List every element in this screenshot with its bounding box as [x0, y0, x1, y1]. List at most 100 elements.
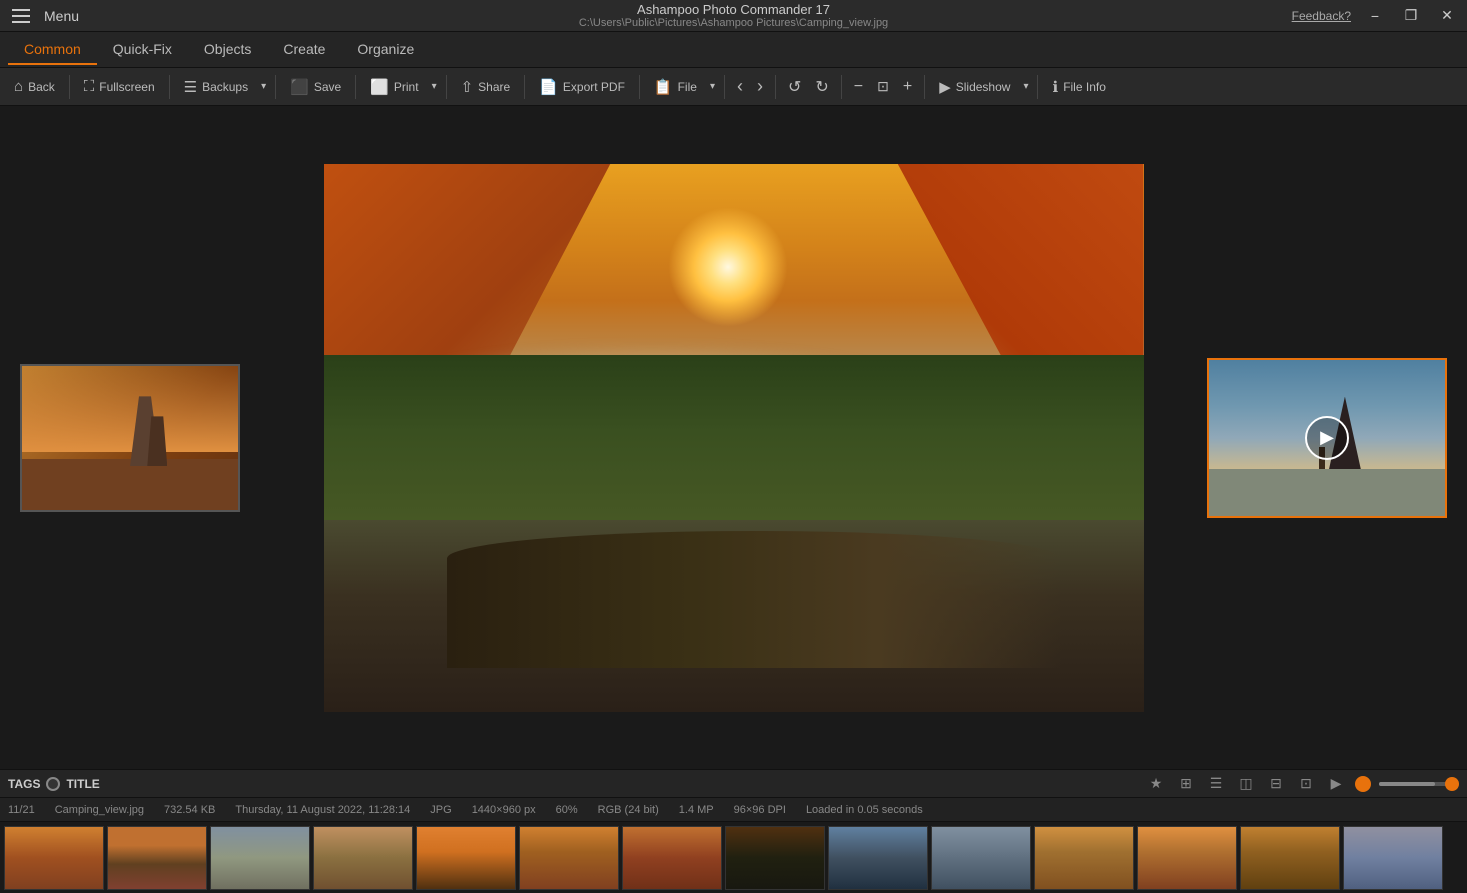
- share-button[interactable]: ⇧ Share: [453, 74, 519, 100]
- view-list-button[interactable]: ☰: [1205, 773, 1227, 795]
- tab-quick-fix[interactable]: Quick-Fix: [97, 35, 188, 65]
- backups-button[interactable]: ☰ Backups: [176, 74, 256, 100]
- file-arrow[interactable]: ▾: [707, 77, 718, 96]
- strip-thumb-5[interactable]: [416, 826, 516, 890]
- file-icon: 📋: [654, 78, 673, 96]
- tab-objects[interactable]: Objects: [188, 35, 267, 65]
- sun-glow: [668, 207, 788, 327]
- minimize-button[interactable]: −: [1363, 4, 1387, 28]
- strip-thumb-img-7: [623, 827, 721, 889]
- next-button[interactable]: ›: [751, 74, 769, 99]
- play-button-overlay[interactable]: ▶: [1305, 416, 1349, 460]
- zoom-fit-button[interactable]: ⊡: [871, 76, 895, 97]
- toolbar: ⌂ Back ⛶ Fullscreen ☰ Backups ▾ ⬛ Save ⬜…: [0, 68, 1467, 106]
- slideshow-icon: ▶: [939, 78, 951, 96]
- thumbnail-strip: [0, 821, 1467, 893]
- strip-thumb-1[interactable]: [4, 826, 104, 890]
- toolbar-sep-3: [275, 75, 276, 99]
- strip-thumb-img-14: [1344, 827, 1442, 889]
- back-button[interactable]: ⌂ Back: [6, 74, 63, 99]
- image-viewer: ▶: [0, 106, 1467, 769]
- backups-arrow[interactable]: ▾: [258, 77, 269, 96]
- slideshow-arrow[interactable]: ▾: [1020, 77, 1031, 96]
- zoom-out-button[interactable]: −: [848, 76, 869, 98]
- right-thumbnail[interactable]: ▶: [1207, 358, 1447, 518]
- person: [447, 531, 1062, 668]
- backups-icon: ☰: [184, 78, 197, 96]
- file-dimensions: 1440×960 px: [472, 804, 536, 816]
- title-center: Ashampoo Photo Commander 17 C:\Users\Pub…: [579, 2, 888, 29]
- main-image: [324, 164, 1144, 712]
- strip-thumb-3[interactable]: [210, 826, 310, 890]
- tags-label: TAGS: [8, 777, 40, 791]
- file-size: 732.54 KB: [164, 804, 215, 816]
- print-arrow[interactable]: ▾: [429, 77, 440, 96]
- status-bar-left: TAGS TITLE: [8, 777, 100, 791]
- prev-button[interactable]: ‹: [731, 74, 749, 99]
- strip-thumb-8[interactable]: [725, 826, 825, 890]
- strip-thumb-img-9: [829, 827, 927, 889]
- fullscreen-button[interactable]: ⛶ Fullscreen: [76, 74, 163, 99]
- status-bar: TAGS TITLE ★ ⊞ ☰ ◫ ⊟ ⊡ ▶: [0, 769, 1467, 797]
- zoom-slider-fill: [1379, 782, 1435, 786]
- tab-common[interactable]: Common: [8, 35, 97, 65]
- tab-create[interactable]: Create: [267, 35, 341, 65]
- print-icon: ⬜: [370, 78, 389, 96]
- strip-thumb-6[interactable]: [519, 826, 619, 890]
- thumb-ground-right: [1209, 469, 1445, 516]
- strip-thumb-2[interactable]: [107, 826, 207, 890]
- color-tag-circle[interactable]: [1355, 776, 1371, 792]
- title-bar: Menu Ashampoo Photo Commander 17 C:\User…: [0, 0, 1467, 32]
- file-load-time: Loaded in 0.05 seconds: [806, 804, 923, 816]
- strip-thumb-img-2: [108, 827, 206, 889]
- strip-thumb-14[interactable]: [1343, 826, 1443, 890]
- toolbar-sep-8: [724, 75, 725, 99]
- print-button[interactable]: ⬜ Print: [362, 74, 426, 100]
- rotate-cw-button[interactable]: ↻: [809, 75, 834, 99]
- strip-thumb-img-4: [314, 827, 412, 889]
- save-button[interactable]: ⬛ Save: [282, 74, 349, 100]
- zoom-slider[interactable]: [1379, 782, 1459, 786]
- restore-button[interactable]: ❐: [1399, 4, 1423, 28]
- strip-thumb-9[interactable]: [828, 826, 928, 890]
- main-area: ▶ TAGS TITLE ★ ⊞ ☰ ◫ ⊟ ⊡ ▶: [0, 106, 1467, 893]
- view-grid-button[interactable]: ⊞: [1175, 773, 1197, 795]
- strip-thumb-13[interactable]: [1240, 826, 1340, 890]
- export-pdf-button[interactable]: 📄 Export PDF: [531, 74, 633, 100]
- slideshow-status-button[interactable]: ▶: [1325, 773, 1347, 795]
- file-color-mode: RGB (24 bit): [598, 804, 659, 816]
- toolbar-sep-9: [775, 75, 776, 99]
- zoom-slider-thumb[interactable]: [1445, 777, 1459, 791]
- strip-thumb-img-10: [932, 827, 1030, 889]
- menu-hamburger[interactable]: [8, 5, 34, 27]
- title-bar-left: Menu: [8, 5, 79, 27]
- slideshow-button[interactable]: ▶ Slideshow: [931, 74, 1018, 100]
- rotate-ccw-button[interactable]: ↺: [782, 75, 807, 99]
- file-info-button[interactable]: ℹ File Info: [1044, 74, 1113, 100]
- file-dpi: 96×96 DPI: [734, 804, 786, 816]
- file-zoom: 60%: [556, 804, 578, 816]
- fullscreen-status-button[interactable]: ⊡: [1295, 773, 1317, 795]
- view-details-button[interactable]: ◫: [1235, 773, 1257, 795]
- strip-thumb-4[interactable]: [313, 826, 413, 890]
- left-thumbnail[interactable]: [20, 364, 240, 512]
- tab-organize[interactable]: Organize: [341, 35, 430, 65]
- menu-label[interactable]: Menu: [44, 8, 79, 24]
- file-format: JPG: [430, 804, 451, 816]
- tags-toggle[interactable]: [46, 777, 60, 791]
- close-button[interactable]: ✕: [1435, 4, 1459, 28]
- favorite-button[interactable]: ★: [1145, 773, 1167, 795]
- info-icon: ℹ: [1052, 78, 1058, 96]
- file-button[interactable]: 📋 File: [646, 74, 705, 100]
- file-megapixels: 1.4 MP: [679, 804, 714, 816]
- feedback-link[interactable]: Feedback?: [1292, 9, 1351, 23]
- app-name: Ashampoo Photo Commander 17: [579, 2, 888, 17]
- toolbar-sep-5: [446, 75, 447, 99]
- zoom-in-button[interactable]: +: [897, 76, 918, 98]
- strip-thumb-12[interactable]: [1137, 826, 1237, 890]
- strip-thumb-11[interactable]: [1034, 826, 1134, 890]
- compare-button[interactable]: ⊟: [1265, 773, 1287, 795]
- strip-thumb-10[interactable]: [931, 826, 1031, 890]
- left-thumb-image: [22, 366, 238, 510]
- strip-thumb-7[interactable]: [622, 826, 722, 890]
